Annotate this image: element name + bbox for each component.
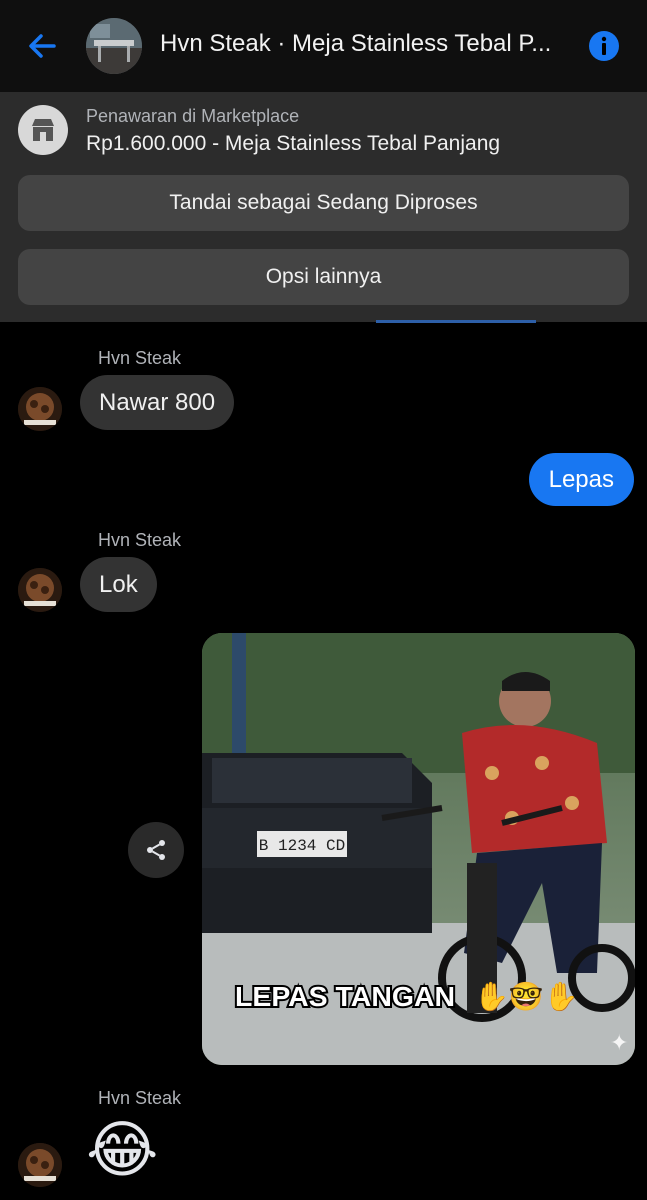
chat-title[interactable]: Hvn Steak · Meja Stainless Tebal P... xyxy=(160,30,570,58)
mark-in-progress-button[interactable]: Tandai sebagai Sedang Diproses xyxy=(18,175,629,231)
outgoing-message[interactable]: Lepas xyxy=(528,453,634,506)
sender-name: Hvn Steak xyxy=(98,530,182,550)
avatar[interactable] xyxy=(18,387,62,431)
more-options-button[interactable]: Opsi lainnya xyxy=(18,249,629,305)
incoming-message[interactable]: Lok xyxy=(80,557,157,612)
license-plate: B 1234 CD xyxy=(259,837,345,855)
share-button[interactable] xyxy=(128,822,184,878)
avatar[interactable] xyxy=(18,1143,62,1187)
sender-name: Hvn Steak xyxy=(98,348,182,368)
marketplace-subtitle: Penawaran di Marketplace xyxy=(86,106,300,126)
chat-header: Hvn Steak · Meja Stainless Tebal P... xyxy=(0,0,647,92)
info-icon[interactable] xyxy=(588,30,620,62)
listing-title[interactable]: Rp1.600.000 - Meja Stainless Tebal Panja… xyxy=(86,132,500,156)
sender-name: Hvn Steak xyxy=(98,1088,182,1108)
avatar[interactable] xyxy=(18,568,62,612)
photo-message[interactable]: B 1234 CD LEPAS TANGAN ✋🤓✋ ✦ xyxy=(202,633,635,1065)
hidden-link-underline xyxy=(376,320,536,323)
share-icon xyxy=(147,840,165,860)
product-avatar[interactable] xyxy=(86,18,142,74)
incoming-message[interactable]: Nawar 800 xyxy=(80,375,235,430)
svg-text:✋🤓✋: ✋🤓✋ xyxy=(474,980,579,1013)
svg-text:✦: ✦ xyxy=(610,1031,628,1056)
store-icon xyxy=(18,105,68,155)
svg-text:LEPAS TANGAN: LEPAS TANGAN xyxy=(235,981,455,1012)
emoji-message[interactable]: 😂 xyxy=(86,1112,162,1188)
arrow-left-icon[interactable] xyxy=(24,28,60,64)
marketplace-offer-panel: Penawaran di Marketplace Rp1.600.000 - M… xyxy=(0,92,647,322)
